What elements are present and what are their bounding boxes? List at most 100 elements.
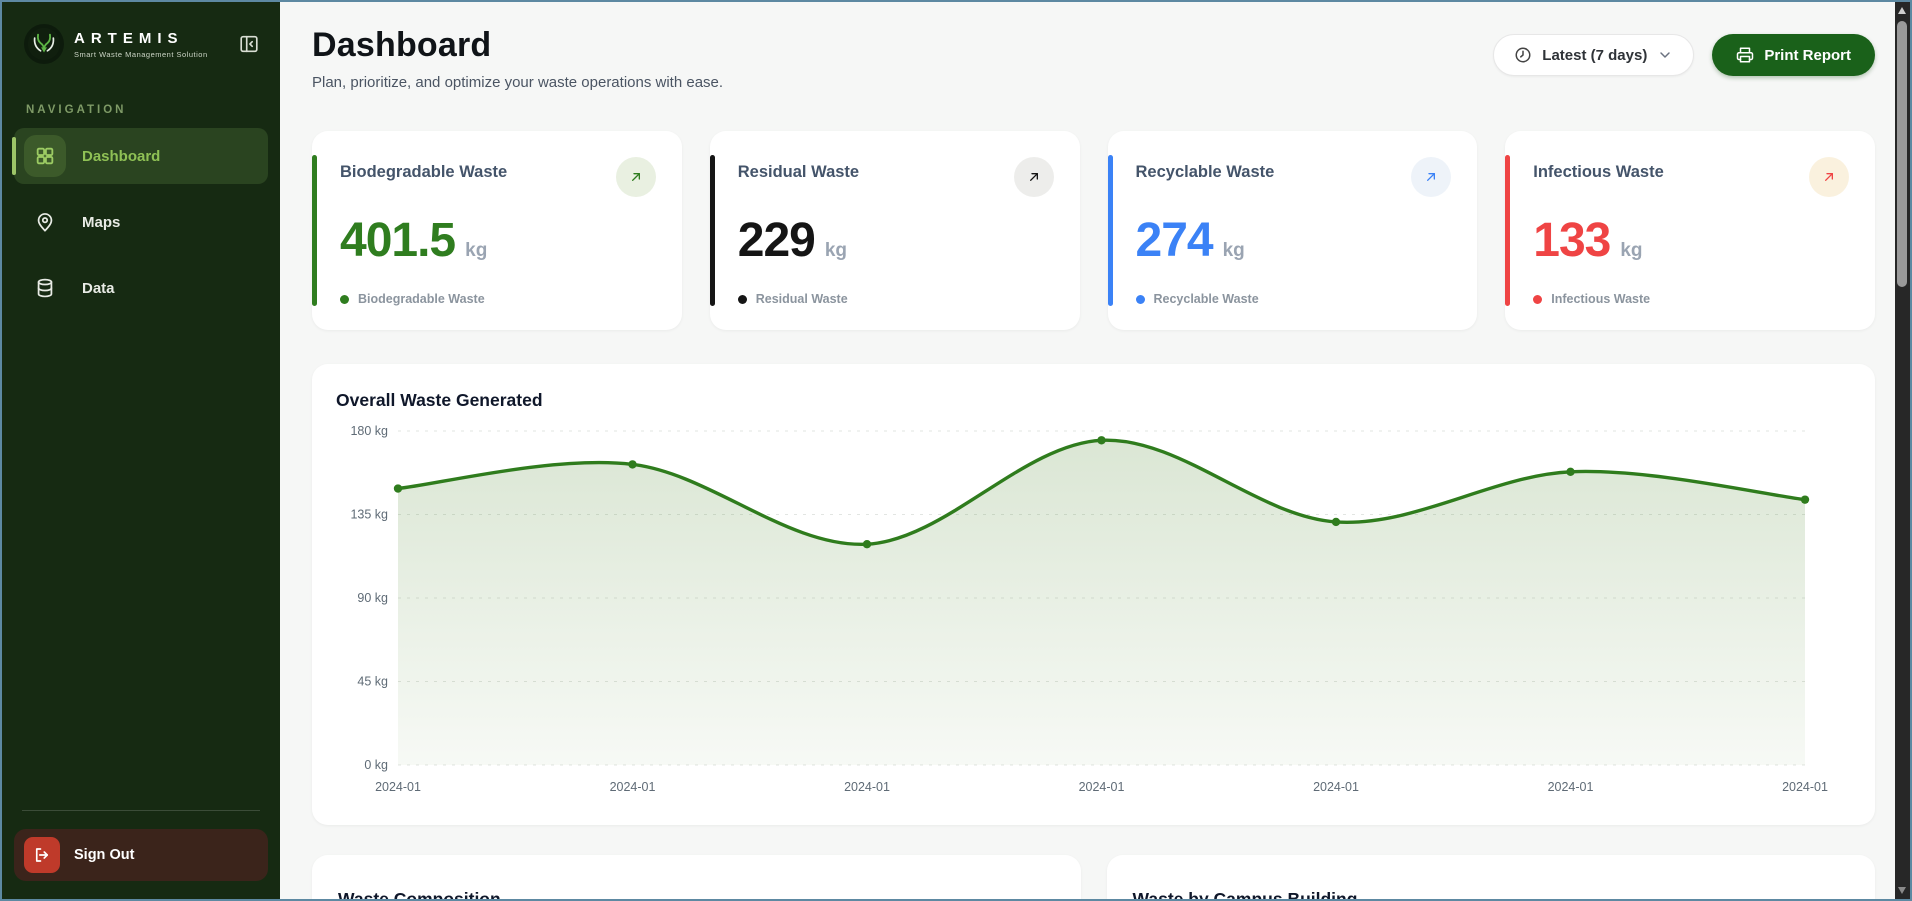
artemis-logo bbox=[24, 24, 64, 64]
sidebar-item-maps[interactable]: Maps bbox=[14, 194, 268, 250]
sign-out-label: Sign Out bbox=[74, 847, 134, 863]
page-header-text: Dashboard Plan, prioritize, and optimize… bbox=[312, 26, 723, 91]
sidebar-divider bbox=[22, 810, 260, 811]
stat-unit: kg bbox=[825, 240, 847, 262]
svg-text:90 kg: 90 kg bbox=[357, 591, 388, 605]
arrow-up-right-icon bbox=[1026, 169, 1042, 185]
sidebar-item-data[interactable]: Data bbox=[14, 260, 268, 316]
stat-link-button[interactable] bbox=[1411, 157, 1451, 197]
date-range-label: Latest (7 days) bbox=[1542, 47, 1647, 64]
stat-unit: kg bbox=[465, 240, 487, 262]
stat-link-button[interactable] bbox=[1014, 157, 1054, 197]
stat-title: Infectious Waste bbox=[1533, 157, 1664, 182]
legend-dot bbox=[1533, 295, 1542, 304]
maps-icon-box bbox=[24, 201, 66, 243]
sidebar-item-label: Maps bbox=[82, 214, 120, 231]
map-pin-icon bbox=[34, 211, 56, 233]
arrow-up-right-icon bbox=[1821, 169, 1837, 185]
dashboard-icon-box bbox=[24, 135, 66, 177]
page-subtitle: Plan, prioritize, and optimize your wast… bbox=[312, 74, 723, 91]
print-report-label: Print Report bbox=[1764, 47, 1851, 64]
brand-tagline: Smart Waste Management Solution bbox=[74, 50, 208, 59]
svg-text:135 kg: 135 kg bbox=[350, 508, 388, 522]
chevron-wrap bbox=[1657, 47, 1673, 63]
stat-value-row: 401.5 kg bbox=[340, 213, 656, 268]
scrollbar[interactable] bbox=[1895, 2, 1910, 899]
stat-card-recyclable: Recyclable Waste 274 kg Recyclable Waste bbox=[1108, 131, 1478, 330]
stat-value: 274 bbox=[1136, 213, 1213, 268]
header-controls: Latest (7 days) Print Report bbox=[1493, 34, 1875, 76]
stat-card-biodegradable: Biodegradable Waste 401.5 kg Biodegradab… bbox=[312, 131, 682, 330]
stat-card-residual: Residual Waste 229 kg Residual Waste bbox=[710, 131, 1080, 330]
sidebar-item-label: Data bbox=[82, 280, 115, 297]
stat-value: 229 bbox=[738, 213, 815, 268]
accent-bar bbox=[1108, 155, 1113, 306]
card-title: Waste by Campus Building bbox=[1133, 889, 1850, 899]
arrow-up-right-icon bbox=[1423, 169, 1439, 185]
main-content: Dashboard Plan, prioritize, and optimize… bbox=[280, 2, 1895, 899]
legend-label: Recyclable Waste bbox=[1154, 292, 1259, 306]
legend-label: Residual Waste bbox=[756, 292, 848, 306]
printer-icon bbox=[1736, 46, 1754, 64]
svg-text:45 kg: 45 kg bbox=[357, 675, 388, 689]
chevron-down-icon bbox=[1657, 47, 1673, 63]
waste-by-building-card: Waste by Campus Building bbox=[1107, 855, 1876, 899]
page-title: Dashboard bbox=[312, 26, 723, 65]
print-report-button[interactable]: Print Report bbox=[1712, 34, 1875, 76]
nav-section-label: NAVIGATION bbox=[26, 104, 258, 116]
waste-composition-card: Waste Composition bbox=[312, 855, 1081, 899]
sidebar: ARTEMIS Smart Waste Management Solution … bbox=[2, 2, 280, 899]
scrollbar-up-arrow[interactable] bbox=[1898, 7, 1906, 14]
stat-title: Recyclable Waste bbox=[1136, 157, 1275, 182]
scrollbar-down-arrow[interactable] bbox=[1898, 887, 1906, 894]
logout-icon bbox=[33, 846, 51, 864]
accent-bar bbox=[312, 155, 317, 306]
brand-name: ARTEMIS bbox=[74, 30, 208, 47]
svg-text:2024-01: 2024-01 bbox=[844, 780, 890, 794]
sidebar-collapse-button[interactable] bbox=[236, 31, 262, 57]
stat-value-row: 274 kg bbox=[1136, 213, 1452, 268]
stat-legend: Residual Waste bbox=[738, 292, 1054, 306]
legend-label: Biodegradable Waste bbox=[358, 292, 485, 306]
stat-value: 133 bbox=[1533, 213, 1610, 268]
sidebar-item-dashboard[interactable]: Dashboard bbox=[14, 128, 268, 184]
legend-dot bbox=[1136, 295, 1145, 304]
stat-head: Biodegradable Waste bbox=[340, 157, 656, 197]
scrollbar-thumb[interactable] bbox=[1897, 21, 1907, 287]
svg-text:2024-01: 2024-01 bbox=[375, 780, 421, 794]
stat-link-button[interactable] bbox=[1809, 157, 1849, 197]
svg-text:2024-01: 2024-01 bbox=[1079, 780, 1125, 794]
date-range-selector[interactable]: Latest (7 days) bbox=[1493, 34, 1694, 76]
legend-dot bbox=[738, 295, 747, 304]
stat-legend: Recyclable Waste bbox=[1136, 292, 1452, 306]
stat-link-button[interactable] bbox=[616, 157, 656, 197]
stat-legend: Biodegradable Waste bbox=[340, 292, 656, 306]
stat-cards-row: Biodegradable Waste 401.5 kg Biodegradab… bbox=[312, 131, 1875, 330]
bottom-cards-row: Waste Composition Waste by Campus Buildi… bbox=[312, 855, 1875, 899]
data-icon-box bbox=[24, 267, 66, 309]
deer-icon bbox=[27, 27, 61, 61]
sidebar-nav: Dashboard Maps bbox=[14, 128, 268, 316]
sign-out-button[interactable]: Sign Out bbox=[14, 829, 268, 881]
arrow-up-right-icon bbox=[628, 169, 644, 185]
stat-head: Infectious Waste bbox=[1533, 157, 1849, 197]
svg-text:2024-01: 2024-01 bbox=[1313, 780, 1359, 794]
overall-waste-area-chart: 0 kg45 kg90 kg135 kg180 kg2024-012024-01… bbox=[336, 415, 1851, 819]
sidebar-bottom: Sign Out bbox=[14, 810, 268, 881]
sidebar-item-label: Dashboard bbox=[82, 148, 160, 165]
logo-text: ARTEMIS Smart Waste Management Solution bbox=[74, 30, 208, 59]
stat-value: 401.5 bbox=[340, 213, 455, 268]
stat-legend: Infectious Waste bbox=[1533, 292, 1849, 306]
stat-title: Biodegradable Waste bbox=[340, 157, 507, 182]
stat-value-row: 229 kg bbox=[738, 213, 1054, 268]
sign-out-icon-box bbox=[24, 837, 60, 873]
legend-label: Infectious Waste bbox=[1551, 292, 1650, 306]
accent-bar bbox=[710, 155, 715, 306]
page-header: Dashboard Plan, prioritize, and optimize… bbox=[312, 26, 1875, 91]
svg-text:2024-01: 2024-01 bbox=[1548, 780, 1594, 794]
svg-text:2024-01: 2024-01 bbox=[610, 780, 656, 794]
svg-text:2024-01: 2024-01 bbox=[1782, 780, 1828, 794]
stat-value-row: 133 kg bbox=[1533, 213, 1849, 268]
app-window: ARTEMIS Smart Waste Management Solution … bbox=[0, 0, 1912, 901]
stat-head: Recyclable Waste bbox=[1136, 157, 1452, 197]
